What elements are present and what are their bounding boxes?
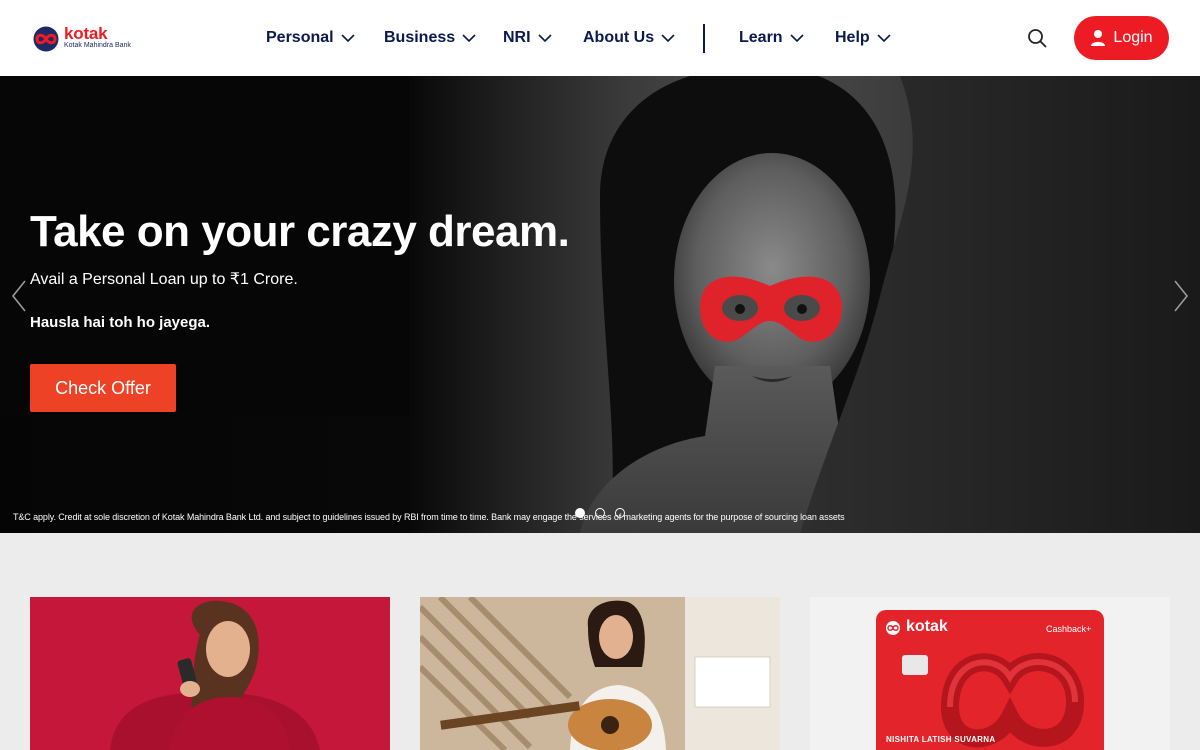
site-header: kotak Kotak Mahindra Bank Personal Busin… (0, 0, 1200, 76)
carousel-prev-arrow-icon[interactable] (10, 279, 28, 313)
hero-banner: Take on your crazy dream. Avail a Person… (0, 76, 1200, 533)
woman-playing-guitar-photo (420, 597, 780, 750)
nav-business[interactable]: Business (384, 27, 476, 49)
promo-card-1[interactable] (30, 597, 390, 750)
carousel-next-arrow-icon[interactable] (1172, 279, 1190, 313)
kotak-infinity-logo-icon (33, 26, 59, 52)
carousel-dot-3[interactable] (615, 508, 625, 518)
nav-personal-label: Personal (266, 29, 334, 46)
woman-with-phone-photo (30, 597, 390, 750)
credit-card-image (810, 597, 1170, 750)
search-icon[interactable] (1026, 27, 1048, 49)
kotak-logo[interactable]: kotak Kotak Mahindra Bank (31, 24, 141, 54)
nav-help[interactable]: Help (835, 27, 891, 49)
carousel-dot-1[interactable] (575, 508, 585, 518)
nav-nri[interactable]: NRI (503, 27, 552, 49)
nav-nri-label: NRI (503, 29, 531, 46)
hero-subtitle: Avail a Personal Loan up to ₹1 Crore. (30, 271, 298, 288)
nav-about-us-label: About Us (583, 29, 655, 46)
promo-card-2[interactable] (420, 597, 780, 750)
hero-woman-with-mask-photo (0, 76, 1200, 533)
logo-wordmark: kotak (64, 24, 108, 43)
logo-subtitle: Kotak Mahindra Bank (64, 42, 131, 49)
hero-title: Take on your crazy dream. (30, 207, 570, 256)
chevron-down-icon (462, 34, 476, 43)
login-button[interactable]: Login (1074, 16, 1169, 60)
promo-card-3[interactable]: kotak Cashback+ NISHITA LATISH SUVARNA (810, 597, 1170, 750)
carousel-dot-2[interactable] (595, 508, 605, 518)
card-holder-name: NISHITA LATISH SUVARNA (886, 735, 996, 744)
nav-divider (703, 24, 705, 53)
card-type-label: Cashback+ (1046, 624, 1092, 634)
chevron-down-icon (341, 34, 355, 43)
chevron-down-icon (790, 34, 804, 43)
check-offer-button[interactable]: Check Offer (30, 364, 176, 412)
nav-learn-label: Learn (739, 29, 783, 46)
nav-business-label: Business (384, 29, 456, 46)
user-icon (1091, 30, 1106, 46)
chevron-down-icon (537, 34, 552, 43)
nav-help-label: Help (835, 29, 870, 46)
card-brand-label: kotak (906, 618, 948, 635)
carousel-dots (575, 508, 635, 518)
hero-disclaimer: T&C apply. Credit at sole discretion of … (13, 512, 845, 522)
login-label: Login (1113, 29, 1153, 46)
chevron-down-icon (877, 34, 891, 43)
hero-tagline: Hausla hai toh ho jayega. (30, 314, 211, 331)
nav-learn[interactable]: Learn (739, 27, 804, 49)
chevron-down-icon (661, 34, 675, 43)
check-offer-label: Check Offer (55, 377, 151, 398)
nav-personal[interactable]: Personal (266, 27, 355, 49)
nav-about-us[interactable]: About Us (583, 27, 675, 49)
